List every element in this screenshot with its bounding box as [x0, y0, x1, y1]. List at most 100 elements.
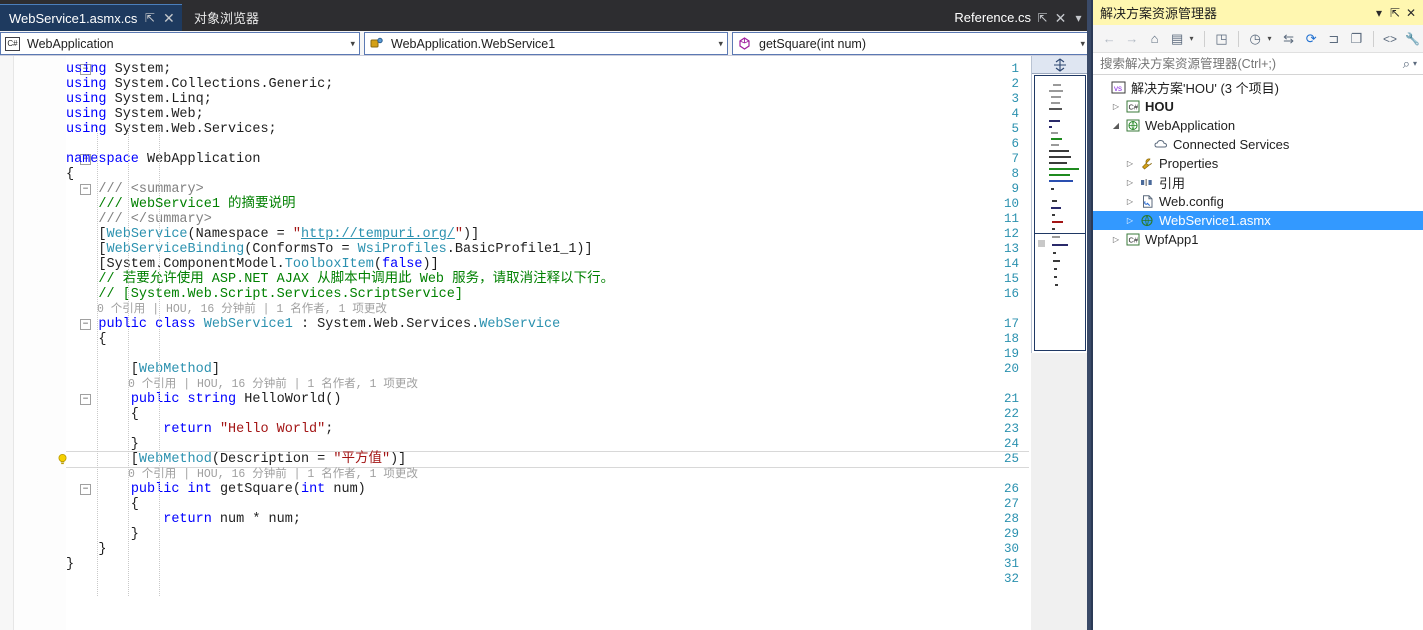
- code-line[interactable]: using System;: [66, 62, 1031, 77]
- collapse-all-icon[interactable]: ⊐: [1324, 28, 1345, 49]
- minimap-viewport-marker[interactable]: [1038, 240, 1045, 247]
- code-text-area[interactable]: using System; using System.Collections.Ge…: [66, 56, 1031, 630]
- chevron-down-icon[interactable]: ▾: [350, 38, 355, 49]
- sync-icon[interactable]: ⇆: [1278, 28, 1299, 49]
- code-line[interactable]: }: [66, 527, 1031, 542]
- code-line[interactable]: [WebServiceBinding(ConformsTo = WsiProfi…: [66, 242, 1031, 257]
- solution-tree[interactable]: vs 解决方案'HOU' (3 个项目) ▷ C# HOU ◢ WebApplication…: [1093, 78, 1423, 249]
- csharp-project-icon: C#: [1123, 99, 1142, 114]
- code-line[interactable]: }: [66, 557, 1031, 572]
- tab-object-browser[interactable]: 对象浏览器: [184, 4, 270, 31]
- chevron-down-icon[interactable]: ▾: [1371, 6, 1387, 20]
- code-minimap-panel[interactable]: [1031, 56, 1088, 353]
- minimap-line-mark: [1049, 174, 1070, 176]
- code-line[interactable]: public string HelloWorld(): [66, 392, 1031, 407]
- code-line[interactable]: /// <summary>: [66, 182, 1031, 197]
- code-line[interactable]: /// WebService1 的摘要说明: [66, 197, 1031, 212]
- tree-item[interactable]: ▷ C# WpfApp1: [1093, 230, 1423, 249]
- chevron-right-icon[interactable]: ▷: [1109, 235, 1123, 244]
- code-line[interactable]: {: [66, 407, 1031, 422]
- show-all-files-icon[interactable]: ◳: [1211, 28, 1232, 49]
- tab-webservice1-asmx-cs[interactable]: WebService1.asmx.cs ⇱ ✕: [0, 4, 183, 31]
- solution-explorer-toolbar[interactable]: ← → ⌂ ▤ ▾ ◳ ◷ ▾ ⇆ ⟳ ⊐ ❐ <> 🔧: [1093, 25, 1423, 53]
- tree-item[interactable]: ▷ C# HOU: [1093, 97, 1423, 116]
- chevron-right-icon[interactable]: ▷: [1123, 159, 1137, 168]
- code-line[interactable]: return "Hello World";: [66, 422, 1031, 437]
- codelens-annotation[interactable]: 0 个引用 | HOU, 16 分钟前 | 1 名作者, 1 项更改: [66, 302, 1031, 317]
- pending-changes-icon[interactable]: ▤: [1167, 28, 1188, 49]
- project-dropdown[interactable]: C# WebApplication ▾: [0, 32, 360, 55]
- minimap-line-mark: [1052, 221, 1063, 223]
- chevron-down-icon[interactable]: ▾: [1189, 34, 1198, 43]
- code-line[interactable]: [66, 347, 1031, 362]
- code-line[interactable]: [System.ComponentModel.ToolboxItem(false…: [66, 257, 1031, 272]
- code-line[interactable]: [66, 572, 1031, 587]
- code-line-current[interactable]: [WebMethod(Description = "平方值")]: [66, 451, 1029, 468]
- tree-item[interactable]: ◢ WebApplication: [1093, 116, 1423, 135]
- properties-icon[interactable]: ❐: [1346, 28, 1367, 49]
- code-line[interactable]: /// </summary>: [66, 212, 1031, 227]
- chevron-down-icon[interactable]: ▾: [1410, 59, 1417, 68]
- pin-icon[interactable]: ⇱: [1387, 6, 1403, 20]
- line-number-gutter: [14, 56, 66, 630]
- code-line[interactable]: return num * num;: [66, 512, 1031, 527]
- back-arrow-icon[interactable]: ←: [1099, 28, 1120, 49]
- refresh-icon[interactable]: ⟳: [1301, 28, 1322, 49]
- code-line[interactable]: // 若要允许使用 ASP.NET AJAX 从脚本中调用此 Web 服务，请取…: [66, 272, 1031, 287]
- code-line[interactable]: [66, 137, 1031, 152]
- code-line[interactable]: }: [66, 542, 1031, 557]
- pin-icon[interactable]: ⇱: [1036, 12, 1049, 24]
- type-dropdown[interactable]: WebApplication.WebService1 ▾: [364, 32, 728, 55]
- code-line[interactable]: // [System.Web.Script.Services.ScriptSer…: [66, 287, 1031, 302]
- search-input[interactable]: [1100, 56, 1403, 71]
- chevron-down-icon[interactable]: ▾: [718, 38, 723, 49]
- code-line[interactable]: {: [66, 332, 1031, 347]
- code-line[interactable]: using System.Web;: [66, 107, 1031, 122]
- code-line[interactable]: }: [66, 437, 1031, 452]
- pin-icon[interactable]: ⇱: [143, 12, 156, 24]
- code-line[interactable]: namespace WebApplication: [66, 152, 1031, 167]
- code-line[interactable]: using System.Linq;: [66, 92, 1031, 107]
- code-line[interactable]: {: [66, 497, 1031, 512]
- tree-item[interactable]: vs 解决方案'HOU' (3 个项目): [1093, 78, 1423, 97]
- chevron-right-icon[interactable]: ▷: [1123, 197, 1137, 206]
- chevron-right-icon[interactable]: ▷: [1109, 102, 1123, 111]
- codelens-annotation[interactable]: 0 个引用 | HOU, 16 分钟前 | 1 名作者, 1 项更改: [66, 377, 1031, 392]
- chevron-down-icon[interactable]: ▾: [1267, 34, 1276, 43]
- chevron-right-icon[interactable]: ▷: [1123, 216, 1137, 225]
- forward-arrow-icon[interactable]: →: [1122, 28, 1143, 49]
- code-line[interactable]: {: [66, 167, 1031, 182]
- tab-reference-cs[interactable]: Reference.cs ⇱ ✕ ▾: [948, 4, 1091, 31]
- tree-item[interactable]: ▷ Web.config: [1093, 192, 1423, 211]
- tree-item[interactable]: Connected Services: [1093, 135, 1423, 154]
- chevron-right-icon[interactable]: ▷: [1123, 178, 1137, 187]
- chevron-down-icon[interactable]: ▾: [1080, 38, 1085, 49]
- codelens-annotation[interactable]: 0 个引用 | HOU, 16 分钟前 | 1 名作者, 1 项更改: [66, 467, 1031, 482]
- code-line[interactable]: [WebService(Namespace = "http://tempuri.…: [66, 227, 1031, 242]
- properties-wrench-icon[interactable]: 🔧: [1402, 28, 1423, 49]
- solution-explorer-search[interactable]: ⌕ ▾: [1093, 53, 1423, 75]
- search-icon[interactable]: ⌕: [1403, 56, 1410, 72]
- tree-item[interactable]: ▷ Properties: [1093, 154, 1423, 173]
- code-line[interactable]: using System.Web.Services;: [66, 122, 1031, 137]
- member-dropdown[interactable]: getSquare(int num) ▾: [732, 32, 1090, 55]
- code-line[interactable]: public class WebService1 : System.Web.Se…: [66, 317, 1031, 332]
- tree-item-selected[interactable]: ▷ WebService1.asmx: [1093, 211, 1423, 230]
- code-line[interactable]: using System.Collections.Generic;: [66, 77, 1031, 92]
- tab-label: 对象浏览器: [194, 11, 260, 26]
- minimap-content[interactable]: [1034, 75, 1086, 351]
- split-view-icon[interactable]: [1032, 56, 1088, 74]
- close-icon[interactable]: ✕: [1054, 11, 1067, 25]
- chevron-down-icon[interactable]: ▾: [1072, 12, 1085, 24]
- tree-item[interactable]: ▷ 引用: [1093, 173, 1423, 192]
- code-editor[interactable]: 1 2 3 4 5 6 7 8 9 10 11 12 13 14 15 16 17 18 19 20 21 22 23 24 2…: [0, 56, 1031, 630]
- home-icon[interactable]: ⌂: [1144, 28, 1165, 49]
- history-icon[interactable]: ◷: [1245, 28, 1266, 49]
- view-code-icon[interactable]: <>: [1380, 28, 1401, 49]
- minimap-line-mark: [1051, 144, 1059, 146]
- close-icon[interactable]: ✕: [162, 11, 175, 25]
- code-line[interactable]: [WebMethod]: [66, 362, 1031, 377]
- close-icon[interactable]: ✕: [1403, 6, 1419, 20]
- chevron-down-icon[interactable]: ◢: [1109, 121, 1123, 130]
- code-line[interactable]: public int getSquare(int num): [66, 482, 1031, 497]
